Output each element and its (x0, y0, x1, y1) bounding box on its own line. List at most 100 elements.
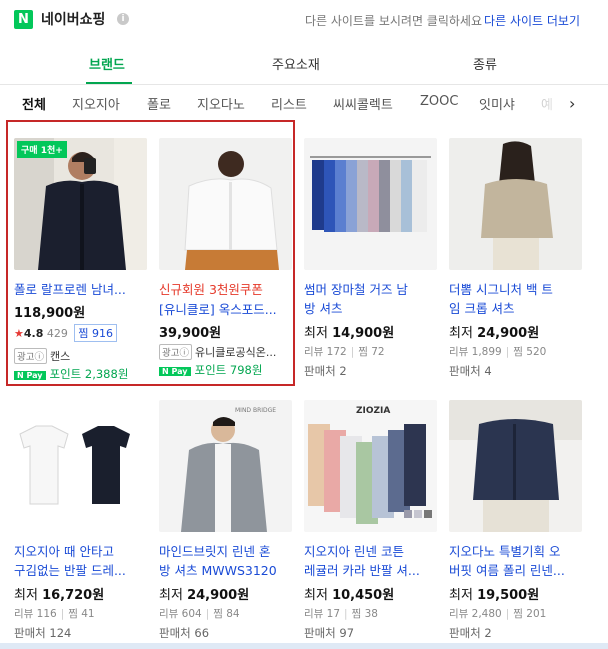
purchase-count-badge: 구매 1천+ (17, 141, 67, 158)
product-image[interactable] (449, 400, 582, 532)
review-row: 리뷰 172 | 찜 72 (304, 346, 385, 358)
product-image[interactable]: ZIOZIA (304, 400, 437, 532)
product-name[interactable]: 마인드브릿지 린넨 혼 (159, 542, 293, 561)
product-name[interactable]: 신규회원 3천원쿠폰 (159, 280, 293, 299)
seller-count[interactable]: 판매처 2 (304, 363, 347, 379)
product-card[interactable]: 신규회원 3천원쿠폰 [유니클로] 옥스포드... 39,900원 광고ⓘ 유니클… (159, 138, 293, 383)
product-name[interactable]: 버핏 여름 폴리 린넨... (449, 561, 583, 580)
product-price: 39,900원 (159, 326, 222, 341)
seller-row: 광고ⓘ 유니클로공식온... (159, 344, 276, 360)
review-row: 리뷰 1,899 | 찜 520 (449, 346, 547, 358)
tab-type[interactable]: 종류 (473, 54, 497, 73)
review-row: 리뷰 116 | 찜 41 (14, 608, 95, 620)
review-row: 리뷰 2,480 | 찜 201 (449, 608, 547, 620)
product-photo-shirt-rack (304, 138, 437, 270)
seller-count[interactable]: 판매처 66 (159, 625, 209, 641)
product-price: 최저 10,450원 (304, 588, 395, 603)
product-card[interactable]: 지오지아 때 안타고 구김없는 반팔 드레... 최저 16,720원 리뷰 1… (14, 400, 148, 640)
npay-icon: N Pay (159, 366, 191, 376)
bottom-edge-bar (0, 643, 608, 649)
product-name[interactable]: 임 크롭 셔츠 (449, 299, 583, 318)
product-name[interactable]: 지오지아 때 안타고 (14, 542, 148, 561)
active-tab-underline (86, 82, 132, 84)
product-image[interactable]: MIND BRIDGE (159, 400, 292, 532)
product-card[interactable]: ZIOZIA 지오지아 린넨 코튼 레귤러 카라 반팔 셔... 최저 10,4… (304, 400, 438, 640)
product-name[interactable]: 방 셔츠 MWWS3120 (159, 561, 293, 580)
product-card[interactable]: MIND BRIDGE 마인드브릿지 린넨 혼 방 셔츠 MWWS3120 최저… (159, 400, 293, 640)
point-amount: 포인트 2,388원 (49, 367, 129, 381)
tab-brand[interactable]: 브랜드 (89, 54, 125, 73)
point-row: N Pay 포인트 2,388원 (14, 366, 128, 382)
product-name[interactable]: 폴로 랄프로렌 남녀... (14, 280, 148, 299)
jjim-count[interactable]: 찜 916 (74, 324, 117, 342)
review-row: 리뷰 604 | 찜 84 (159, 608, 240, 620)
brand-item[interactable]: ZOOC (420, 94, 458, 109)
product-image[interactable] (159, 138, 292, 270)
rating-row: ★4.8 429 찜 916 (14, 324, 117, 342)
header: N 네이버쇼핑 i 다른 사이트를 보시려면 클릭하세요 다른 사이트 더보기 (0, 0, 608, 42)
star-icon: ★ (14, 327, 24, 340)
brand-row-fade (532, 85, 568, 123)
product-name[interactable]: 지오다노 특별기획 오 (449, 542, 583, 561)
brand-item[interactable]: 리스트 (271, 94, 307, 113)
point-row: N Pay 포인트 798원 (159, 362, 262, 378)
product-image[interactable]: 구매 1천+ (14, 138, 147, 270)
seller-name[interactable]: 캔스 (50, 350, 70, 363)
ad-badge[interactable]: 광고ⓘ (159, 344, 192, 360)
brand-item[interactable]: 폴로 (147, 94, 171, 113)
product-name[interactable]: 더뽐 시그니처 백 트 (449, 280, 583, 299)
brand-item[interactable]: 씨씨콜렉트 (333, 94, 393, 113)
product-price: 118,900원 (14, 306, 86, 321)
product-card[interactable]: 구매 1천+ 폴로 랄프로렌 남녀... 118,900원 ★4.8 429 찜… (14, 138, 148, 383)
seller-row: 광고ⓘ 캔스 (14, 348, 70, 364)
product-photo-navy-overfit-shirt (449, 400, 582, 532)
other-site-message: 다른 사이트를 보시려면 클릭하세요 (304, 14, 482, 28)
other-site-link[interactable]: 다른 사이트 더보기 (484, 12, 580, 29)
product-price: 최저 14,900원 (304, 326, 395, 341)
seller-count[interactable]: 판매처 2 (449, 625, 492, 641)
product-name[interactable]: 레귤러 카라 반팔 셔... (304, 561, 438, 580)
coupon-text: 신규회원 3천원쿠폰 (159, 282, 263, 297)
product-name[interactable]: 방 셔츠 (304, 299, 438, 318)
seller-count[interactable]: 판매처 4 (449, 363, 492, 379)
brand-all[interactable]: 전체 (22, 94, 46, 113)
product-name[interactable]: [유니클로] 옥스포드... (159, 300, 293, 319)
ziozia-logo-text: ZIOZIA (356, 406, 390, 416)
brand-item[interactable]: 지오다노 (197, 94, 245, 113)
product-price: 최저 24,900원 (159, 588, 250, 603)
product-card[interactable]: 썸머 장마철 거즈 남 방 셔츠 최저 14,900원 리뷰 172 | 찜 72 … (304, 138, 438, 383)
seller-count[interactable]: 판매처 124 (14, 625, 71, 641)
category-tabs: 브랜드 주요소재 종류 (0, 42, 608, 85)
product-name[interactable]: 지오지아 린넨 코튼 (304, 542, 438, 561)
product-image[interactable] (304, 138, 437, 270)
seller-name[interactable]: 유니클로공식온... (195, 346, 276, 359)
product-photo-short-sleeve-pair (14, 400, 147, 532)
chevron-right-icon[interactable]: › (569, 94, 575, 113)
product-card[interactable]: 더뽐 시그니처 백 트 임 크롭 셔츠 최저 24,900원 리뷰 1,899 |… (449, 138, 583, 383)
naver-logo[interactable]: N (14, 10, 33, 29)
product-price: 최저 16,720원 (14, 588, 105, 603)
product-image[interactable] (449, 138, 582, 270)
mindbridge-logo-text: MIND BRIDGE (235, 407, 276, 414)
brand-filter-row: 전체 지오지아 폴로 지오다노 리스트 씨씨콜렉트 ZOOC 잇미샤 예 › (0, 85, 608, 123)
product-photo-beige-crop-shirt (449, 138, 582, 270)
brand-item[interactable]: 지오지아 (72, 94, 120, 113)
product-photo-grey-linen-shirt: MIND BRIDGE (159, 400, 292, 532)
info-icon[interactable]: i (117, 13, 129, 25)
product-price: 최저 19,500원 (449, 588, 540, 603)
ad-badge[interactable]: 광고ⓘ (14, 348, 47, 364)
brand-item[interactable]: 잇미샤 (479, 94, 515, 113)
product-price: 최저 24,900원 (449, 326, 540, 341)
tab-material[interactable]: 주요소재 (272, 54, 320, 73)
product-name[interactable]: 구김없는 반팔 드레... (14, 561, 148, 580)
seller-count[interactable]: 판매처 97 (304, 625, 354, 641)
review-row: 리뷰 17 | 찜 38 (304, 608, 378, 620)
product-photo-white-oxford-shirt (159, 138, 292, 270)
product-card[interactable]: 지오다노 특별기획 오 버핏 여름 폴리 린넨... 최저 19,500원 리뷰… (449, 400, 583, 640)
point-amount: 포인트 798원 (194, 363, 263, 377)
npay-icon: N Pay (14, 370, 46, 380)
page-title: 네이버쇼핑 (41, 12, 106, 28)
product-photo-shirt-colors: ZIOZIA (304, 400, 437, 532)
product-image[interactable] (14, 400, 147, 532)
product-name[interactable]: 썸머 장마철 거즈 남 (304, 280, 438, 299)
